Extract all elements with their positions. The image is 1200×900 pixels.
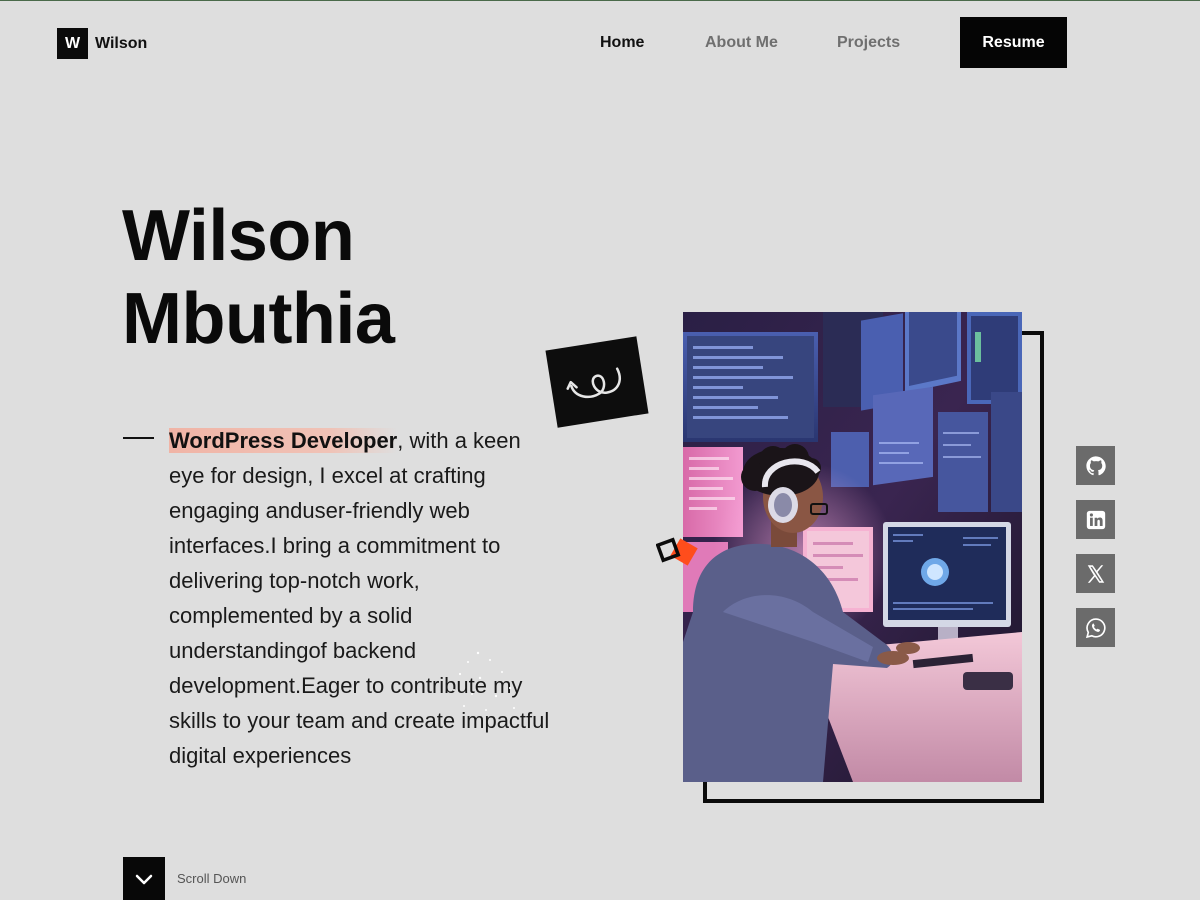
orange-diamond-decoration	[656, 537, 698, 566]
chevron-down-icon	[135, 874, 153, 884]
nav-home-link[interactable]: Home	[600, 34, 644, 52]
x-twitter-icon	[1087, 564, 1104, 583]
hero-name: Wilson Mbuthia	[122, 195, 395, 361]
swirl-arrow-icon	[566, 367, 621, 399]
nav-about-link[interactable]: About Me	[705, 34, 778, 52]
github-icon	[1085, 455, 1106, 475]
hero-name-last: Mbuthia	[122, 279, 395, 359]
whatsapp-icon	[1085, 617, 1106, 638]
bio-dash	[123, 437, 154, 439]
profile-photo	[683, 312, 1022, 782]
whatsapp-link[interactable]	[1076, 608, 1115, 647]
sparkle-dots-decoration	[453, 651, 515, 711]
linkedin-icon	[1086, 510, 1105, 529]
swirl-arrow-sticker	[545, 336, 649, 428]
nav-projects-link[interactable]: Projects	[837, 34, 900, 52]
developer-illustration	[683, 312, 1022, 782]
github-link[interactable]	[1076, 446, 1115, 485]
role-highlight: WordPress Developer	[169, 428, 398, 453]
logo-mark: W	[57, 28, 88, 59]
site-logo[interactable]: W Wilson	[57, 28, 147, 59]
resume-button[interactable]: Resume	[960, 17, 1067, 68]
scroll-down-button[interactable]	[123, 857, 165, 900]
x-twitter-link[interactable]	[1076, 554, 1115, 593]
linkedin-link[interactable]	[1076, 500, 1115, 539]
logo-name: Wilson	[95, 34, 148, 52]
scroll-down-label: Scroll Down	[177, 871, 247, 886]
top-border-line	[0, 0, 1200, 1]
hero-name-first: Wilson	[122, 196, 355, 276]
hero-bio: WordPress Developer, with a keen eye for…	[169, 423, 554, 773]
